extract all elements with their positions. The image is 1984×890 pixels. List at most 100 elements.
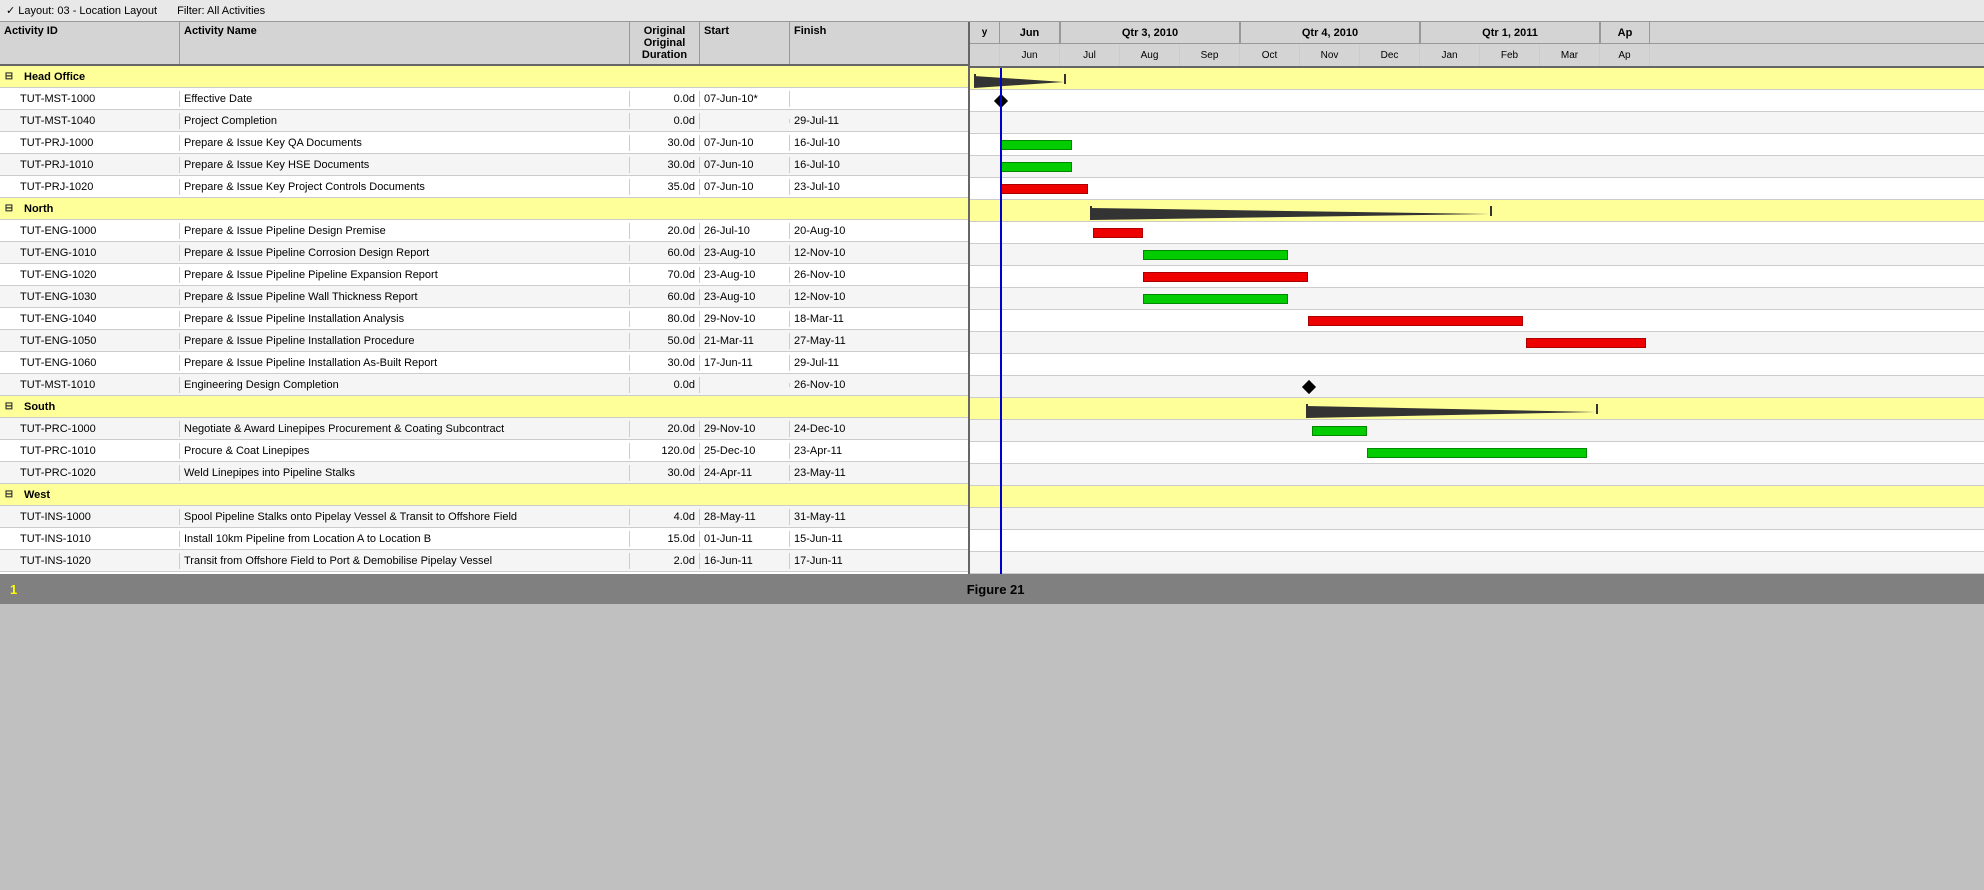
table-row: TUT-PRJ-1020 Prepare & Issue Key Project… xyxy=(0,176,968,198)
cell-activity-name: Prepare & Issue Pipeline Pipeline Expans… xyxy=(180,267,630,283)
cell-start: 07-Jun-10 xyxy=(700,135,790,151)
cell-start: 23-Aug-10 xyxy=(700,289,790,305)
cell-start: 07-Jun-10 xyxy=(700,157,790,173)
cell-activity-name: Prepare & Issue Key Project Controls Doc… xyxy=(180,179,630,195)
header-activity-name: Activity Name xyxy=(180,22,630,64)
group-row-north: ⊟ North xyxy=(0,198,968,220)
cell-activity-name: Prepare & Issue Pipeline Installation Pr… xyxy=(180,333,630,349)
gantt-row xyxy=(970,90,1984,112)
gantt-row xyxy=(970,134,1984,156)
cell-activity-name: Spool Pipeline Stalks onto Pipelay Vesse… xyxy=(180,509,630,525)
cell-start: 26-Jul-10 xyxy=(700,223,790,239)
gantt-qtr-q3: Qtr 3, 2010 xyxy=(1060,22,1240,43)
cell-duration: 0.0d xyxy=(630,91,700,107)
table-row: TUT-ENG-1020 Prepare & Issue Pipeline Pi… xyxy=(0,264,968,286)
gantt-month-mar: Mar xyxy=(1540,44,1600,66)
gantt-qtr-pre: y xyxy=(970,22,1000,43)
cell-activity-id: TUT-INS-1010 xyxy=(0,531,180,547)
gantt-row xyxy=(970,222,1984,244)
cell-start xyxy=(700,119,790,123)
cell-start: 07-Jun-10 xyxy=(700,179,790,195)
cell-activity-name: Negotiate & Award Linepipes Procurement … xyxy=(180,421,630,437)
gantt-row xyxy=(970,288,1984,310)
gantt-bar-green xyxy=(1143,294,1288,304)
gantt-row xyxy=(970,442,1984,464)
cell-activity-name: Prepare & Issue Key HSE Documents xyxy=(180,157,630,173)
cell-duration: 20.0d xyxy=(630,223,700,239)
cell-activity-name: Effective Date xyxy=(180,91,630,107)
cell-activity-name: Install 10km Pipeline from Location A to… xyxy=(180,531,630,547)
cell-activity-id: TUT-INS-1000 xyxy=(0,509,180,525)
bottom-bar: 1 Figure 21 xyxy=(0,574,1984,604)
cell-duration: 60.0d xyxy=(630,245,700,261)
gantt-bar-green xyxy=(1000,162,1072,172)
cell-activity-name: Prepare & Issue Key QA Documents xyxy=(180,135,630,151)
cell-duration: 0.0d xyxy=(630,113,700,129)
group-expand-north[interactable]: ⊟ xyxy=(0,201,16,216)
table-row: TUT-ENG-1000 Prepare & Issue Pipeline De… xyxy=(0,220,968,242)
gantt-qtr-ap: Ap xyxy=(1600,22,1650,43)
cell-activity-name: Project Completion xyxy=(180,113,630,129)
main-container: Activity ID Activity Name Original Origi… xyxy=(0,22,1984,574)
cell-start: 16-Jun-11 xyxy=(700,553,790,569)
cell-duration: 120.0d xyxy=(630,443,700,459)
cell-activity-name: Weld Linepipes into Pipeline Stalks xyxy=(180,465,630,481)
gantt-group-head-office xyxy=(970,68,1984,90)
cell-start: 29-Nov-10 xyxy=(700,311,790,327)
gantt-row xyxy=(970,354,1984,376)
cell-activity-id: TUT-ENG-1050 xyxy=(0,333,180,349)
gantt-month-ap: Ap xyxy=(1600,44,1650,66)
cell-activity-id: TUT-PRC-1010 xyxy=(0,443,180,459)
cell-activity-id: TUT-MST-1010 xyxy=(0,377,180,393)
cell-finish: 31-May-11 xyxy=(790,509,880,525)
group-label-south: South xyxy=(16,399,968,415)
group-expand-south[interactable]: ⊟ xyxy=(0,399,16,414)
gantt-bar-green xyxy=(1143,250,1288,260)
table-row: TUT-MST-1040 Project Completion 0.0d 29-… xyxy=(0,110,968,132)
cell-activity-id: TUT-PRC-1000 xyxy=(0,421,180,437)
cell-duration: 15.0d xyxy=(630,531,700,547)
header-finish: Finish xyxy=(790,22,880,64)
group-expand-west[interactable]: ⊟ xyxy=(0,487,16,502)
gantt-month-jun: Jun xyxy=(1000,44,1060,66)
cell-activity-id: TUT-PRJ-1020 xyxy=(0,179,180,195)
cell-duration: 20.0d xyxy=(630,421,700,437)
cell-finish: 29-Jul-11 xyxy=(790,113,880,129)
gantt-row xyxy=(970,508,1984,530)
cell-finish: 12-Nov-10 xyxy=(790,289,880,305)
table-row: TUT-INS-1020 Transit from Offshore Field… xyxy=(0,550,968,572)
cell-start: 17-Jun-11 xyxy=(700,355,790,371)
group-expand-head-office[interactable]: ⊟ xyxy=(0,69,16,84)
gantt-row xyxy=(970,420,1984,442)
cell-activity-id: TUT-ENG-1000 xyxy=(0,223,180,239)
cell-activity-id: TUT-MST-1000 xyxy=(0,91,180,107)
gantt-month-dec: Dec xyxy=(1360,44,1420,66)
table-row: TUT-ENG-1040 Prepare & Issue Pipeline In… xyxy=(0,308,968,330)
cell-activity-name: Prepare & Issue Pipeline Design Premise xyxy=(180,223,630,239)
cell-duration: 60.0d xyxy=(630,289,700,305)
table-row: TUT-ENG-1030 Prepare & Issue Pipeline Wa… xyxy=(0,286,968,308)
cell-finish: 16-Jul-10 xyxy=(790,157,880,173)
cell-finish: 17-Jun-11 xyxy=(790,553,880,569)
gantt-header: y Jun Qtr 3, 2010 Qtr 4, 2010 Qtr 1, 201… xyxy=(970,22,1984,68)
cell-activity-id: TUT-ENG-1040 xyxy=(0,311,180,327)
gantt-group-north xyxy=(970,200,1984,222)
table-row: TUT-MST-1010 Engineering Design Completi… xyxy=(0,374,968,396)
cell-duration: 30.0d xyxy=(630,157,700,173)
cell-activity-id: TUT-ENG-1060 xyxy=(0,355,180,371)
group-label-north: North xyxy=(16,201,968,217)
cell-activity-name: Transit from Offshore Field to Port & De… xyxy=(180,553,630,569)
gantt-row xyxy=(970,178,1984,200)
gantt-row xyxy=(970,244,1984,266)
figure-label: Figure 21 xyxy=(17,582,1974,597)
cell-activity-id: TUT-PRC-1020 xyxy=(0,465,180,481)
gantt-bar-green xyxy=(1312,426,1367,436)
table-row: TUT-PRC-1020 Weld Linepipes into Pipelin… xyxy=(0,462,968,484)
page-number: 1 xyxy=(10,582,17,597)
gantt-row xyxy=(970,552,1984,574)
gantt-qtr-q4: Qtr 4, 2010 xyxy=(1240,22,1420,43)
gantt-row xyxy=(970,332,1984,354)
cell-activity-name: Prepare & Issue Pipeline Wall Thickness … xyxy=(180,289,630,305)
gantt-row xyxy=(970,530,1984,552)
header-duration: Original Original Duration xyxy=(630,22,700,64)
